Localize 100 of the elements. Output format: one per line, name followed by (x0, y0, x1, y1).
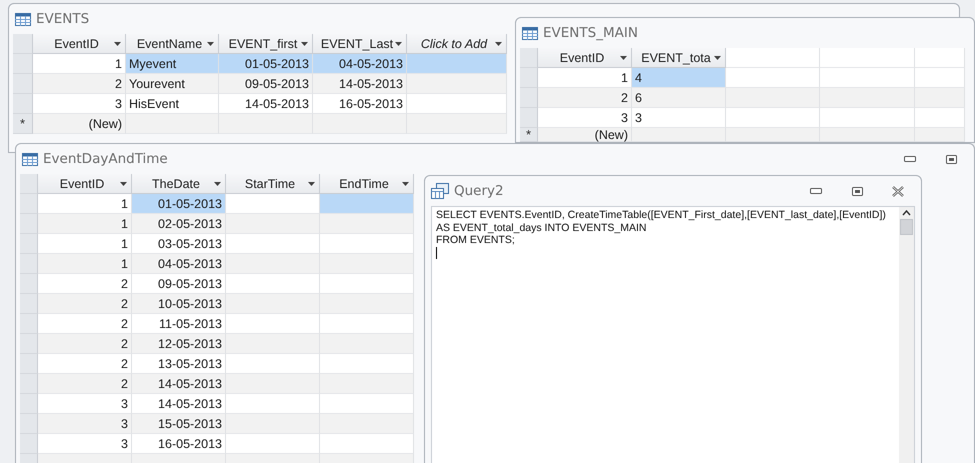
row-selector[interactable] (20, 334, 38, 354)
row-selector[interactable] (13, 94, 33, 114)
dropdown-arrow-icon[interactable] (402, 182, 409, 186)
table-cell[interactable] (226, 414, 320, 434)
table-cell[interactable]: 01-05-2013 (132, 194, 226, 214)
table-cell[interactable] (320, 374, 414, 394)
row-selector[interactable] (20, 374, 38, 394)
dropdown-arrow-icon[interactable] (495, 42, 502, 46)
table-cell[interactable]: 3 (38, 394, 132, 414)
table-cell[interactable]: 2 (38, 294, 132, 314)
row-selector[interactable] (20, 414, 38, 434)
table-cell[interactable] (407, 94, 507, 114)
table-cell[interactable] (226, 434, 320, 454)
table-cell[interactable]: 02-05-2013 (132, 214, 226, 234)
table-cell[interactable] (726, 88, 820, 108)
table-cell[interactable]: 10-05-2013 (132, 294, 226, 314)
table-cell[interactable]: 1 (33, 54, 126, 74)
table-cell[interactable] (226, 314, 320, 334)
table-cell[interactable] (226, 194, 320, 214)
table-cell[interactable]: 2 (38, 274, 132, 294)
column-header[interactable]: EventID (33, 34, 126, 54)
row-selector[interactable] (20, 214, 38, 234)
table-cell[interactable]: 12-05-2013 (132, 334, 226, 354)
table-cell[interactable]: 2 (538, 88, 632, 108)
table-cell[interactable] (226, 294, 320, 314)
table-cell[interactable] (320, 274, 414, 294)
table-cell[interactable] (320, 194, 414, 214)
column-header[interactable]: EndTime (320, 174, 414, 194)
row-selector[interactable] (520, 88, 538, 108)
column-header[interactable]: TheDate (132, 174, 226, 194)
table-cell[interactable] (915, 68, 965, 88)
dropdown-arrow-icon[interactable] (620, 56, 627, 60)
table-cell[interactable] (726, 128, 820, 142)
table-cell[interactable]: 03-05-2013 (132, 234, 226, 254)
table-cell[interactable] (226, 334, 320, 354)
table-cell[interactable] (726, 108, 820, 128)
table-cell[interactable]: 15-05-2013 (132, 414, 226, 434)
table-cell[interactable] (320, 354, 414, 374)
table-cell[interactable] (219, 114, 313, 134)
table-cell[interactable]: 1 (538, 68, 632, 88)
row-selector[interactable] (20, 354, 38, 374)
row-selector[interactable] (20, 434, 38, 454)
table-cell[interactable]: 2 (33, 74, 126, 94)
table-cell[interactable]: 16-05-2013 (313, 94, 407, 114)
row-selector[interactable] (20, 314, 38, 334)
table-cell[interactable] (226, 354, 320, 374)
select-all-corner[interactable] (13, 34, 33, 54)
table-cell[interactable]: 3 (38, 414, 132, 434)
table-cell[interactable] (320, 394, 414, 414)
row-selector[interactable] (20, 194, 38, 214)
table-cell[interactable] (726, 68, 820, 88)
table-cell[interactable] (320, 294, 414, 314)
dropdown-arrow-icon[interactable] (301, 42, 308, 46)
table-cell[interactable] (226, 374, 320, 394)
table-cell[interactable]: 1 (38, 234, 132, 254)
column-header[interactable]: EventID (38, 174, 132, 194)
select-all-corner[interactable] (520, 48, 538, 68)
table-cell[interactable]: 14-05-2013 (219, 94, 313, 114)
table-cell[interactable] (820, 108, 915, 128)
table-cell[interactable] (320, 254, 414, 274)
table-cell[interactable] (915, 128, 965, 142)
table-cell[interactable]: Yourevent (126, 74, 219, 94)
table-cell[interactable]: 14-05-2013 (132, 374, 226, 394)
row-selector[interactable] (20, 394, 38, 414)
table-cell[interactable] (915, 108, 965, 128)
dropdown-arrow-icon[interactable] (207, 42, 214, 46)
table-cell[interactable]: 1 (38, 194, 132, 214)
table-cell[interactable] (407, 74, 507, 94)
table-cell[interactable]: 3 (38, 434, 132, 454)
table-cell[interactable] (320, 234, 414, 254)
row-selector[interactable] (20, 254, 38, 274)
row-selector[interactable] (20, 294, 38, 314)
dropdown-arrow-icon[interactable] (114, 42, 121, 46)
table-cell[interactable] (126, 114, 219, 134)
table-cell[interactable] (407, 114, 507, 134)
row-selector[interactable] (20, 234, 38, 254)
table-cell[interactable] (320, 434, 414, 454)
new-record-marker[interactable]: * (520, 128, 538, 142)
table-cell[interactable]: 2 (38, 314, 132, 334)
table-cell[interactable] (320, 414, 414, 434)
table-cell[interactable] (820, 88, 915, 108)
row-selector[interactable] (13, 54, 33, 74)
table-cell[interactable] (407, 54, 507, 74)
column-header[interactable]: StarTime (226, 174, 320, 194)
table-cell[interactable] (226, 254, 320, 274)
table-cell[interactable] (320, 334, 414, 354)
table-cell[interactable]: 09-05-2013 (132, 274, 226, 294)
table-cell[interactable]: HisEvent (126, 94, 219, 114)
table-cell[interactable] (320, 214, 414, 234)
table-cell[interactable]: 2 (38, 374, 132, 394)
table-cell[interactable]: 3 (33, 94, 126, 114)
column-header[interactable]: EventName (126, 34, 219, 54)
dropdown-arrow-icon[interactable] (714, 56, 721, 60)
table-cell[interactable] (320, 314, 414, 334)
table-cell[interactable]: 11-05-2013 (132, 314, 226, 334)
table-cell[interactable]: 4 (632, 68, 726, 88)
table-cell[interactable] (632, 128, 726, 142)
column-header[interactable]: EVENT_tota (632, 48, 726, 68)
table-cell[interactable]: 3 (632, 108, 726, 128)
table-cell[interactable]: 2 (38, 334, 132, 354)
